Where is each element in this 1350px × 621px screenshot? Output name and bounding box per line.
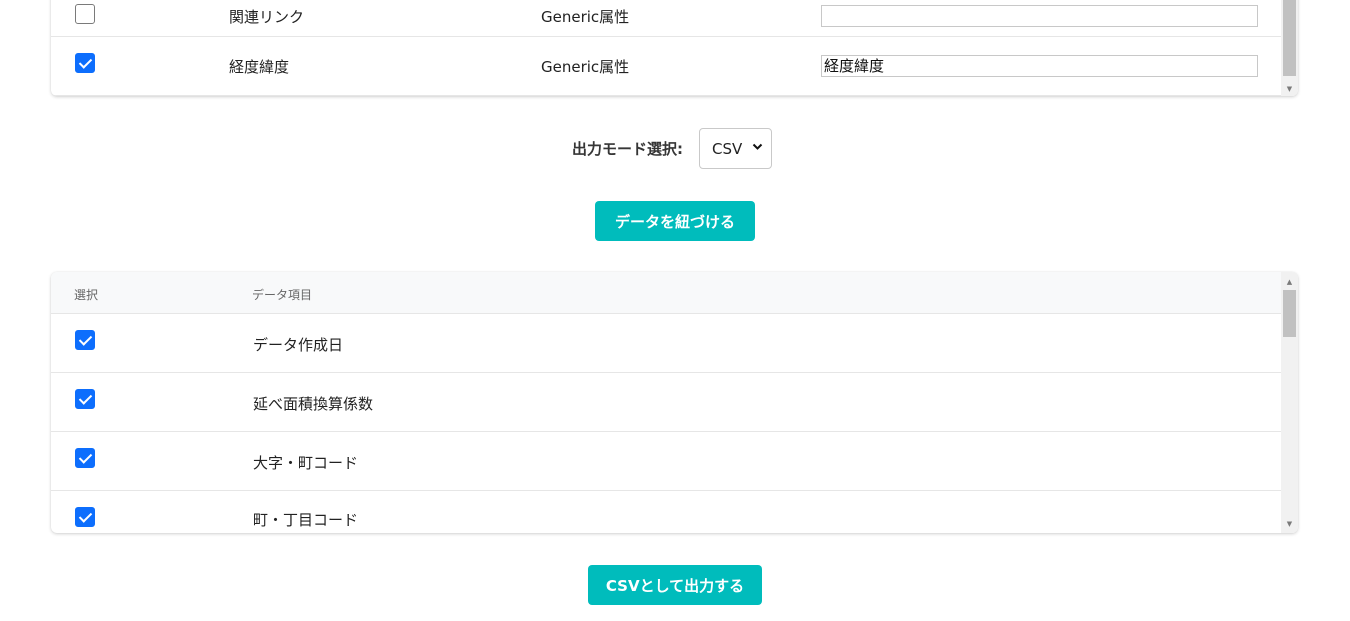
- row-checkbox[interactable]: [75, 448, 95, 468]
- scroll-down-icon[interactable]: ▼: [1281, 517, 1298, 531]
- row-checkbox[interactable]: [75, 389, 95, 409]
- table-row: 町・丁目コード: [51, 491, 1281, 533]
- attribute-type: Generic属性: [541, 8, 630, 26]
- table-row: 関連リンク Generic属性: [51, 0, 1281, 37]
- table-header: 選択 データ項目: [51, 272, 1281, 314]
- row-checkbox[interactable]: [75, 330, 95, 350]
- export-csv-button[interactable]: CSVとして出力する: [588, 565, 762, 605]
- table-row: データ作成日: [51, 314, 1281, 373]
- output-mode-select[interactable]: CSV: [699, 128, 772, 169]
- header-data-item: データ項目: [252, 288, 313, 302]
- scrollbar[interactable]: ▲ ▼: [1281, 272, 1298, 533]
- chevron-down-icon: [752, 141, 763, 155]
- row-checkbox[interactable]: [75, 4, 95, 24]
- scrollbar-thumb[interactable]: [1283, 0, 1296, 76]
- data-item-name: 関連リンク: [229, 8, 305, 26]
- data-item-name: 大字・町コード: [253, 454, 359, 472]
- data-item-name: 延べ面積換算係数: [253, 395, 374, 413]
- scrollbar[interactable]: ▼: [1281, 0, 1298, 96]
- attribute-type: Generic属性: [541, 58, 630, 76]
- link-data-button[interactable]: データを紐づける: [595, 201, 755, 241]
- mapping-input[interactable]: 経度緯度: [821, 55, 1258, 77]
- scroll-up-icon[interactable]: ▲: [1281, 275, 1298, 289]
- scroll-down-icon[interactable]: ▼: [1281, 82, 1298, 96]
- table-row: 経度緯度 Generic属性 経度緯度: [51, 37, 1281, 96]
- attribute-table-card: 関連リンク Generic属性 経度緯度 Generic属性 経度緯度 ▼: [51, 0, 1298, 96]
- output-mode-label: 出力モード選択:: [572, 140, 683, 158]
- page: 関連リンク Generic属性 経度緯度 Generic属性 経度緯度 ▼ 出力…: [0, 0, 1350, 621]
- data-item-name: 町・丁目コード: [253, 511, 359, 529]
- row-checkbox[interactable]: [75, 507, 95, 527]
- mapping-input[interactable]: [821, 5, 1258, 27]
- output-mode-value: CSV: [712, 139, 743, 158]
- row-checkbox[interactable]: [75, 53, 95, 73]
- header-select: 選択: [74, 288, 99, 302]
- data-item-table-card: 選択 データ項目 データ作成日 延べ面積換算係数 大字・町コード 町・丁目コード…: [51, 272, 1298, 533]
- table-row: 大字・町コード: [51, 432, 1281, 491]
- scrollbar-thumb[interactable]: [1283, 290, 1296, 337]
- table-row: 延べ面積換算係数: [51, 373, 1281, 432]
- output-mode-selector: 出力モード選択: CSV: [572, 128, 772, 169]
- data-item-name: 経度緯度: [229, 58, 290, 76]
- data-item-name: データ作成日: [253, 336, 344, 354]
